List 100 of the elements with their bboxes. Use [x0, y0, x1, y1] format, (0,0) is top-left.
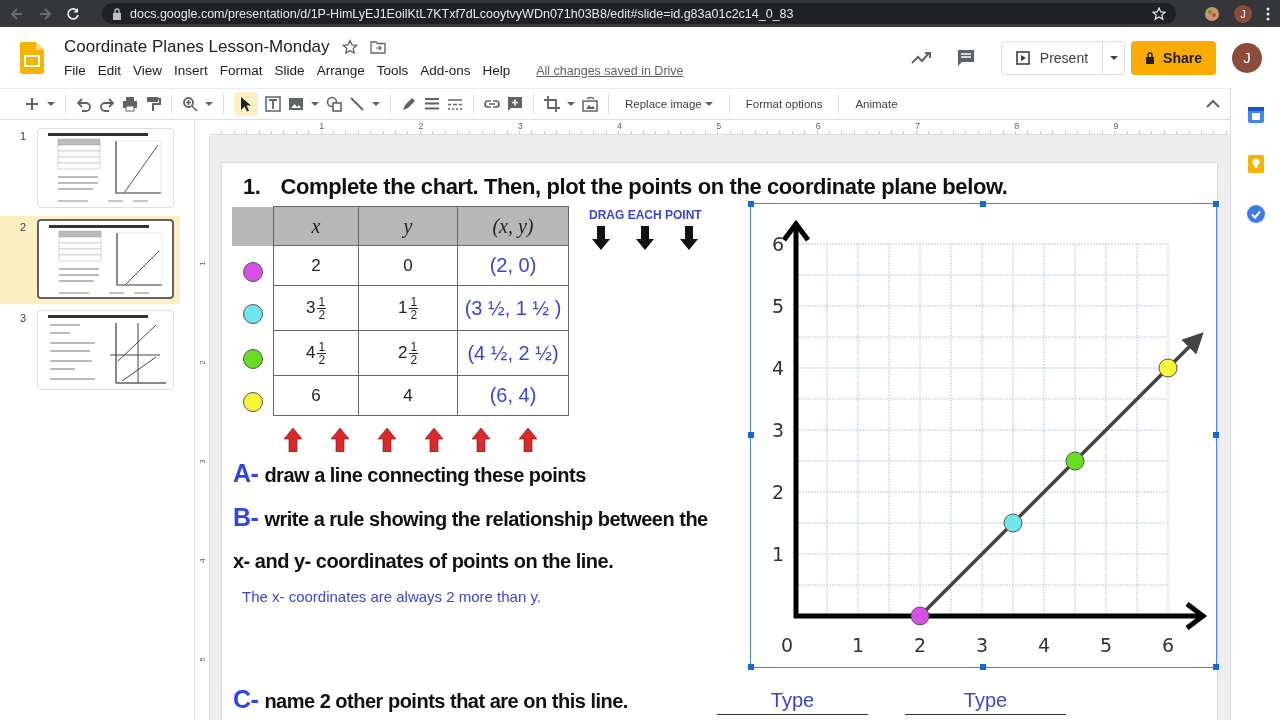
axis-tick-label: 4: [771, 357, 785, 379]
profile-avatar[interactable]: J: [1234, 4, 1252, 23]
axis-tick-label: 3: [975, 634, 989, 656]
paint-format-icon[interactable]: [145, 96, 161, 112]
menu-item[interactable]: File: [64, 63, 93, 78]
up-arrow-icon: [472, 428, 490, 452]
undo-icon[interactable]: [76, 96, 92, 112]
slide-number: 2: [19, 220, 28, 233]
table-cell: (2, 0): [457, 245, 569, 286]
plotted-point[interactable]: [1003, 513, 1023, 533]
drag-instruction: DRAG EACH POINT: [589, 208, 702, 222]
caret-icon[interactable]: [372, 101, 380, 107]
text-box-icon[interactable]: [265, 96, 281, 112]
resize-handle[interactable]: [1212, 432, 1219, 438]
collapse-icon[interactable]: [1206, 99, 1220, 109]
point-color-dot[interactable]: [242, 349, 263, 369]
fill-in-line[interactable]: Type: [905, 685, 1066, 715]
up-arrow-icon: [519, 428, 537, 452]
calendar-icon[interactable]: [1247, 105, 1264, 123]
add-comment-icon[interactable]: [507, 96, 523, 112]
shape-icon[interactable]: [326, 96, 342, 112]
ruler-number: 4: [616, 120, 624, 133]
point-color-dot[interactable]: [242, 391, 263, 412]
menu-item[interactable]: Tools: [376, 63, 416, 78]
plotted-point[interactable]: [1065, 451, 1085, 471]
slide-number: 3: [19, 311, 28, 324]
zoom-icon[interactable]: [182, 96, 198, 112]
axis-tick-label: 1: [771, 543, 785, 565]
menu-item[interactable]: Arrange: [316, 63, 372, 78]
table-cell: 4: [358, 375, 458, 416]
folder-icon[interactable]: [369, 40, 386, 54]
down-arrow-icon: [680, 226, 699, 250]
ruler-number: 3: [516, 120, 524, 133]
table-cell: 2: [273, 245, 359, 286]
resize-handle[interactable]: [1212, 663, 1219, 670]
menu-item[interactable]: Help: [482, 63, 518, 78]
menu-item[interactable]: Edit: [97, 63, 129, 78]
column-header: y: [358, 206, 458, 246]
toolbar-text-button[interactable]: Animate: [849, 98, 904, 110]
line-weight-icon[interactable]: [424, 96, 440, 112]
trend-icon[interactable]: [910, 50, 931, 65]
fill-in-line[interactable]: Type: [717, 685, 868, 715]
menu-item[interactable]: Add-ons: [420, 63, 478, 78]
comment-icon[interactable]: [956, 48, 975, 67]
column-header: (x, y): [457, 206, 569, 246]
resize-handle[interactable]: [747, 200, 754, 207]
select-tool[interactable]: [234, 92, 258, 116]
plotted-point[interactable]: [1158, 358, 1178, 378]
menu-item[interactable]: View: [133, 63, 170, 78]
table-cell: 6: [273, 375, 359, 416]
up-arrow-icon: [378, 428, 396, 452]
crop-icon[interactable]: [544, 96, 560, 112]
axis-tick-label: 6: [1161, 634, 1175, 656]
extension-icon[interactable]: [1204, 5, 1220, 22]
reset-image-icon[interactable]: [582, 96, 598, 112]
caret-icon[interactable]: [567, 101, 575, 107]
up-arrow-icon: [331, 428, 349, 452]
plus-icon[interactable]: [24, 96, 40, 112]
point-color-dot[interactable]: [242, 261, 263, 282]
point-color-dot[interactable]: [242, 304, 263, 324]
account-avatar[interactable]: J: [1232, 42, 1262, 73]
tasks-icon[interactable]: [1246, 205, 1265, 223]
resize-handle[interactable]: [747, 663, 754, 670]
reload-icon[interactable]: [66, 6, 80, 21]
caret-icon[interactable]: [704, 101, 713, 107]
line-dash-icon[interactable]: [447, 96, 463, 112]
axis-tick-label: 5: [1099, 634, 1113, 656]
menu-item[interactable]: Insert: [174, 63, 215, 78]
pen-icon[interactable]: [401, 96, 417, 112]
save-status-link[interactable]: All changes saved in Drive: [536, 63, 684, 78]
present-button[interactable]: Present: [1000, 40, 1104, 75]
line-icon[interactable]: [349, 96, 365, 112]
document-title[interactable]: Coordinate Planes Lesson-Monday: [64, 37, 330, 57]
ruler-number: 1: [318, 120, 326, 133]
slide-thumbnail[interactable]: [37, 219, 174, 299]
resize-handle[interactable]: [1212, 200, 1219, 207]
caret-icon[interactable]: [47, 101, 55, 107]
redo-icon[interactable]: [99, 96, 115, 112]
toolbar-text-button[interactable]: Replace image: [619, 98, 719, 110]
resize-handle[interactable]: [980, 663, 986, 670]
ruler-number: 7: [913, 120, 921, 133]
resize-handle[interactable]: [980, 200, 986, 207]
caret-icon[interactable]: [205, 101, 213, 107]
ruler-number: 2: [197, 360, 207, 365]
print-icon[interactable]: [122, 96, 138, 112]
image-icon[interactable]: [288, 96, 304, 112]
answer-text[interactable]: The x- coordinates are always 2 more than y.: [222, 582, 750, 605]
menu-item[interactable]: Format: [219, 63, 270, 78]
toolbar-text-button[interactable]: Format options: [739, 98, 829, 110]
resize-handle[interactable]: [747, 432, 754, 438]
star-icon[interactable]: [341, 39, 358, 55]
menu-item[interactable]: Slide: [274, 63, 312, 78]
caret-icon[interactable]: [311, 101, 319, 107]
plotted-point[interactable]: [910, 606, 930, 626]
table-cell: 0: [358, 245, 458, 286]
address-bar[interactable]: docs.google.com/presentation/d/1P-HimLyEJ1EoilKtL7KTxf7dLcooytvyWDn071h03B8/edit#slide=id.g83a01c2c14_0_83: [102, 3, 1176, 24]
caret-icon[interactable]: [1109, 54, 1118, 61]
lock-icon: [112, 7, 122, 20]
more-icon[interactable]: [1266, 6, 1270, 21]
share-button[interactable]: Share: [1131, 40, 1216, 75]
